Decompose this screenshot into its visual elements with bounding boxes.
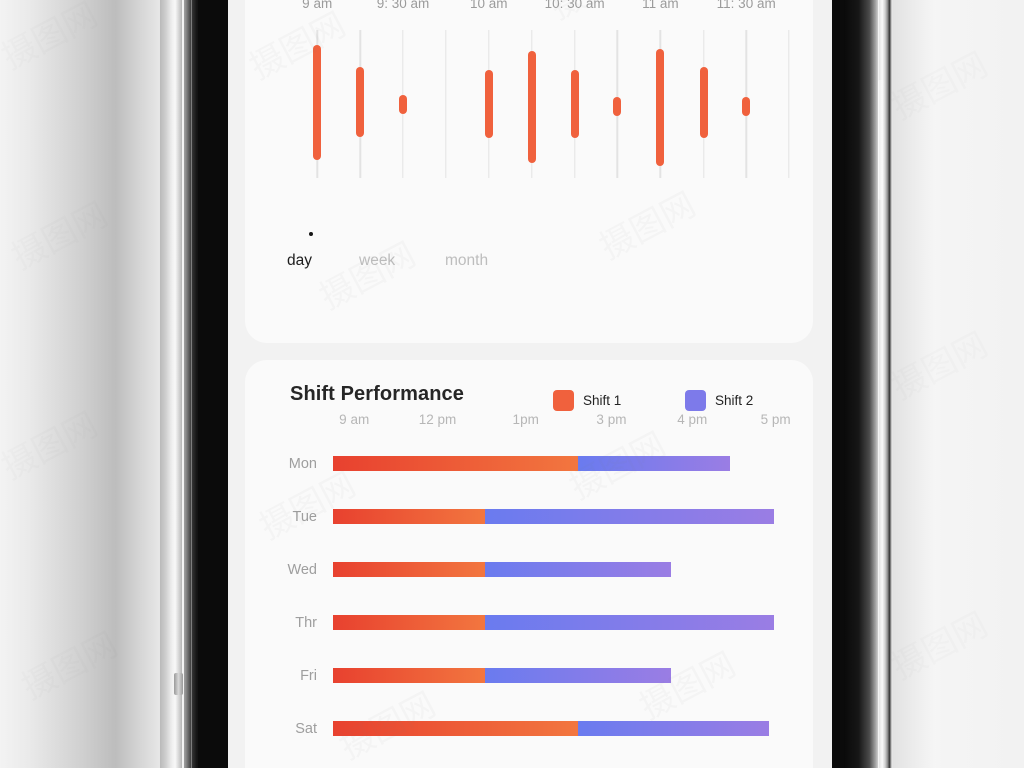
shift-performance-card: Shift Performance Shift 1 Shift 2 9 am 12… (245, 360, 813, 768)
shift-row-track (333, 721, 823, 736)
period-tab-day[interactable]: day (287, 252, 312, 270)
shift-x-tick: 3 pm (596, 412, 627, 427)
production-range-bar[interactable] (399, 95, 407, 115)
production-range-bar[interactable] (570, 69, 579, 139)
shift-x-tick: 1pm (512, 412, 539, 427)
shift-row: Tue (245, 505, 813, 558)
production-cycle-card: Production Cycle 9 am9: 30 am10 am10: 30… (245, 0, 813, 343)
production-range-bar[interactable] (656, 49, 665, 167)
shift-2-segment[interactable] (484, 668, 672, 683)
shift-row-day-label: Fri (300, 668, 317, 684)
production-gridline (788, 30, 790, 178)
production-range-bar[interactable] (484, 69, 493, 139)
phone-screen: Production Cycle 9 am9: 30 am10 am10: 30… (228, 0, 832, 768)
production-range-bar[interactable] (699, 67, 708, 139)
production-gridline (444, 30, 447, 178)
shift-row-track (333, 456, 823, 471)
legend-item-shift-1: Shift 1 (553, 390, 621, 411)
phone-right-rail (844, 0, 893, 768)
production-range-bar[interactable] (356, 67, 365, 137)
phone-left-hairline (182, 0, 184, 768)
shift-row-track (333, 509, 823, 524)
shift-x-tick: 5 pm (760, 412, 791, 427)
shift-row-day-label: Tue (292, 509, 317, 525)
scene: Production Cycle 9 am9: 30 am10 am10: 30… (0, 0, 1024, 768)
shift-1-segment[interactable] (333, 668, 485, 683)
period-tab-week[interactable]: week (359, 252, 395, 270)
production-x-tick: 10 am (470, 0, 508, 11)
active-period-indicator-dot (309, 232, 313, 236)
shift-row: Mon (245, 452, 813, 505)
shift-row-track (333, 615, 823, 630)
shift-row: Fri (245, 664, 813, 717)
mute-switch-button[interactable] (174, 673, 183, 695)
phone-left-hairline-2 (191, 0, 192, 768)
shift-1-segment[interactable] (333, 721, 578, 736)
shift-2-segment[interactable] (484, 615, 774, 630)
shift-row-day-label: Sat (295, 721, 317, 737)
power-button[interactable] (878, 80, 885, 200)
production-x-tick: 9 am (302, 0, 333, 11)
legend-label-shift-2: Shift 2 (715, 393, 754, 408)
production-x-tick: 10: 30 am (544, 0, 605, 11)
production-range-bar[interactable] (527, 50, 536, 164)
production-range-bar[interactable] (742, 96, 751, 116)
legend-label-shift-1: Shift 1 (583, 393, 622, 408)
shift-row-day-label: Mon (288, 456, 317, 472)
production-x-tick: 9: 30 am (376, 0, 430, 11)
production-x-tick: 11: 30 am (716, 0, 776, 11)
shift-row: Sat (245, 717, 813, 768)
backdrop-right-surface (889, 0, 1024, 768)
shift-1-segment[interactable] (333, 509, 485, 524)
shift-performance-title: Shift Performance (290, 383, 464, 405)
shift-1-segment[interactable] (333, 615, 485, 630)
shift-x-tick: 12 pm (418, 412, 457, 427)
shift-row: Thr (245, 611, 813, 664)
shift-1-segment[interactable] (333, 562, 485, 577)
shift-2-segment[interactable] (484, 509, 774, 524)
backdrop-left-surface (0, 0, 160, 768)
phone-device: Production Cycle 9 am9: 30 am10 am10: 30… (160, 0, 893, 768)
shift-x-tick: 9 am (339, 412, 370, 427)
shift-2-segment[interactable] (578, 456, 730, 471)
shift-bar-rows: Mon Tue Wed Thr Fri Sat (245, 452, 813, 768)
legend-swatch-shift-1-icon (553, 390, 574, 411)
shift-1-segment[interactable] (333, 456, 578, 471)
shift-2-segment[interactable] (484, 562, 672, 577)
production-x-axis: 9 am 9: 30 am 10 am 10: 30 am 11 am 11: 30 am (273, 0, 793, 20)
legend-swatch-shift-2-icon (685, 390, 706, 411)
production-range-bar[interactable] (313, 44, 322, 161)
shift-row-track (333, 562, 823, 577)
legend-item-shift-2: Shift 2 (685, 390, 753, 411)
production-range-bar[interactable] (613, 96, 622, 116)
production-x-tick: 11 am (642, 0, 679, 11)
shift-2-segment[interactable] (578, 721, 770, 736)
production-chart-plot (273, 30, 793, 178)
shift-row: Wed (245, 558, 813, 611)
shift-x-axis: 9 am 12 pm 1pm 3 pm 4 pm 5 pm (315, 412, 805, 434)
shift-row-track (333, 668, 823, 683)
period-tab-month[interactable]: month (445, 252, 488, 270)
shift-x-tick: 4 pm (677, 412, 708, 427)
shift-row-day-label: Wed (287, 562, 317, 578)
shift-row-day-label: Thr (295, 615, 317, 631)
